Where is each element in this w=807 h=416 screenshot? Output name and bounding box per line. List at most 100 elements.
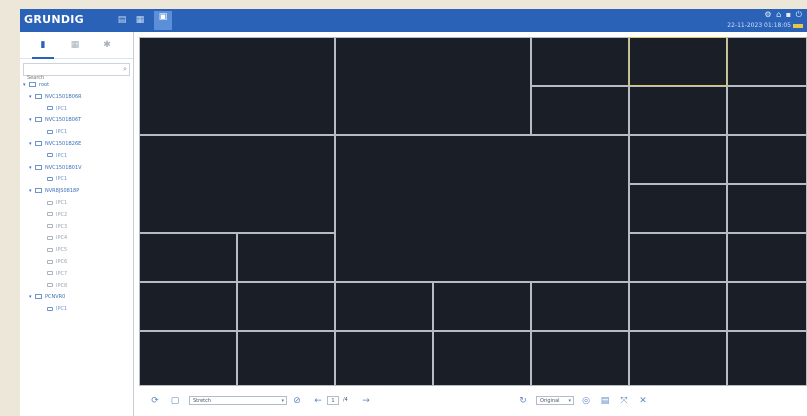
- video-tile[interactable]: [727, 331, 807, 386]
- stop-all-icon[interactable]: ⟳: [149, 395, 161, 407]
- video-tile[interactable]: [237, 233, 335, 282]
- video-tile[interactable]: [433, 282, 531, 331]
- video-tile[interactable]: [139, 37, 335, 135]
- chevron-down-icon: ▾: [281, 398, 284, 404]
- prev-page-icon[interactable]: ←: [313, 395, 323, 407]
- video-tile[interactable]: [629, 282, 727, 331]
- tree-label: IPC8: [56, 282, 68, 289]
- video-tile[interactable]: [237, 282, 335, 331]
- video-tile[interactable]: [531, 37, 629, 86]
- video-tile[interactable]: [629, 37, 727, 86]
- tree-device[interactable]: ▾ NVC1501B26E: [29, 139, 81, 150]
- tree-channel[interactable]: IPC2: [47, 210, 67, 221]
- layout-select[interactable]: Stretch ▾: [189, 396, 287, 405]
- camera-icon: [47, 259, 53, 264]
- system-icons[interactable]: ⚙ ⌂ ▪ ⏻: [764, 10, 803, 20]
- chevron-down-icon: ▾: [568, 398, 571, 404]
- tree-device[interactable]: ▾ NVC1501B06T: [29, 115, 81, 126]
- device-sidebar: ▮ ▦ ✱ ⌕ ▾root▾NVC1501B06R IPC1 ▾NVC1501B06…: [20, 32, 134, 416]
- tree-root[interactable]: ▾ root: [23, 80, 49, 91]
- video-tile[interactable]: [727, 135, 807, 184]
- tree-device[interactable]: ▾ PCNVR0: [29, 292, 65, 303]
- video-tile[interactable]: [629, 86, 727, 135]
- tree-device[interactable]: ▾ NVR8JS0818P: [29, 186, 79, 197]
- search-icon[interactable]: ⌕: [123, 64, 127, 75]
- folder-icon: [35, 93, 42, 99]
- tree-channel[interactable]: IPC1: [47, 127, 67, 138]
- tree-label: IPC1: [56, 105, 68, 112]
- video-tile[interactable]: [335, 282, 433, 331]
- playback-icon[interactable]: ▦: [134, 14, 146, 26]
- system-clock: 22-11-2023 01:18:05: [727, 22, 803, 29]
- tree-label: NVC1501B06R: [45, 93, 82, 100]
- video-tile[interactable]: [727, 184, 807, 233]
- close-all-icon[interactable]: ✕: [637, 395, 649, 407]
- video-tile[interactable]: [139, 233, 237, 282]
- tree-channel[interactable]: IPC7: [47, 269, 67, 280]
- tree-channel[interactable]: IPC3: [47, 222, 67, 233]
- video-tile[interactable]: [629, 135, 727, 184]
- video-tile[interactable]: [727, 282, 807, 331]
- brand-logo: GRUNDIG: [24, 13, 84, 26]
- video-tile[interactable]: [531, 86, 629, 135]
- tree-label: NVC1501B06T: [45, 117, 82, 124]
- tree-channel[interactable]: IPC4: [47, 233, 67, 244]
- video-tile[interactable]: [629, 331, 727, 386]
- tree-channel[interactable]: IPC1: [47, 174, 67, 185]
- video-tile[interactable]: [433, 331, 531, 386]
- tree-channel[interactable]: IPC1: [47, 304, 67, 315]
- tree-label: PCNVR0: [45, 294, 66, 301]
- settings-icon[interactable]: ✱: [100, 38, 114, 52]
- tree-label: IPC1: [56, 200, 68, 206]
- sidebar-tabs: ▮ ▦ ✱: [20, 32, 133, 59]
- video-tile[interactable]: [335, 331, 433, 386]
- camera-icon: [47, 129, 53, 134]
- refresh-icon[interactable]: ↻: [517, 395, 529, 407]
- video-tile[interactable]: [237, 331, 335, 386]
- stream-select[interactable]: Original ▾: [536, 396, 574, 405]
- snapshot-icon[interactable]: ◎: [580, 395, 592, 407]
- tree-device[interactable]: ▾ NVC1501B01V: [29, 163, 82, 174]
- save-icon[interactable]: ▤: [599, 395, 611, 407]
- tree-channel[interactable]: IPC1: [47, 104, 67, 115]
- next-page-icon[interactable]: →: [361, 395, 371, 407]
- video-tile[interactable]: [727, 37, 807, 86]
- video-tile[interactable]: [139, 331, 237, 386]
- tree-label: IPC7: [56, 270, 68, 277]
- tree-channel[interactable]: IPC1: [47, 151, 67, 162]
- video-tile[interactable]: [335, 37, 531, 135]
- video-tile[interactable]: [727, 233, 807, 282]
- tree-channel[interactable]: IPC6: [47, 257, 67, 268]
- live-view-icon[interactable]: ▣: [154, 11, 172, 30]
- folder-icon: [35, 188, 42, 194]
- device-search[interactable]: ⌕: [23, 63, 130, 84]
- app-window: GRUNDIG ▤ ▦ ▣ ⚙ ⌂ ▪ ⏻ 22-11-2023 01:18:0…: [20, 9, 807, 416]
- tree-channel[interactable]: IPC5: [47, 245, 67, 256]
- camera-icon: [47, 247, 53, 252]
- fullscreen-icon[interactable]: ⤧: [618, 395, 630, 407]
- video-tile[interactable]: [531, 282, 629, 331]
- video-tile[interactable]: [727, 86, 807, 135]
- video-tile[interactable]: [335, 135, 629, 282]
- tree-channel[interactable]: IPC8: [47, 281, 67, 292]
- video-tile[interactable]: [139, 282, 237, 331]
- camera-icon: [47, 306, 53, 311]
- tree-device[interactable]: ▾ NVC1501B06R: [29, 92, 82, 103]
- video-tile[interactable]: [629, 233, 727, 282]
- tree-label: IPC1: [56, 129, 68, 136]
- camera-icon: [47, 176, 53, 181]
- sequence-icon[interactable]: ⊘: [291, 395, 303, 407]
- image-icon[interactable]: ▦: [68, 38, 82, 52]
- tree-channel[interactable]: IPC1: [47, 198, 67, 209]
- video-tile[interactable]: [531, 331, 629, 386]
- video-tile[interactable]: [629, 184, 727, 233]
- page-total: /4: [343, 397, 348, 403]
- camera-icon: [47, 106, 53, 111]
- menu-icon[interactable]: ▤: [116, 14, 128, 26]
- page-number-input[interactable]: 1: [327, 396, 339, 405]
- tree-label: IPC5: [56, 247, 68, 254]
- video-tile[interactable]: [139, 135, 335, 233]
- camera-icon: [47, 224, 53, 229]
- device-list-icon[interactable]: ▮: [32, 38, 54, 59]
- record-icon[interactable]: ▢: [169, 395, 181, 407]
